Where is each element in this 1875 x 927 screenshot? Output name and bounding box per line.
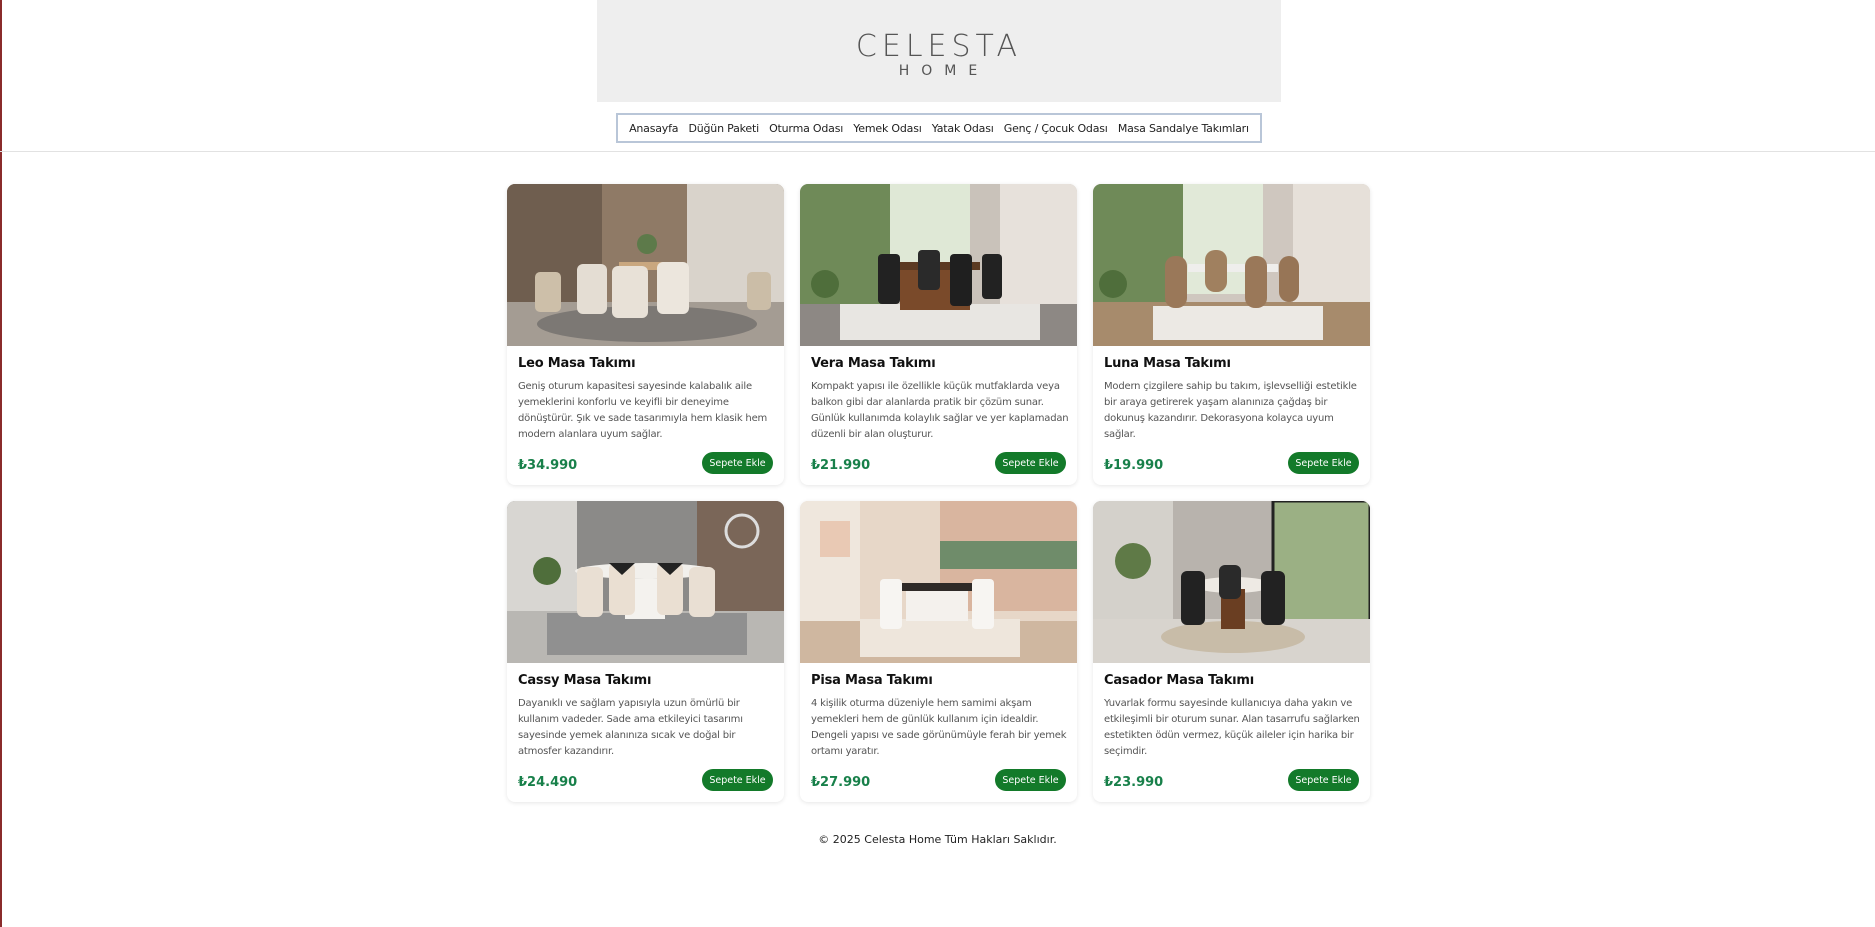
site-header: CELESTA HOME [597,0,1281,102]
product-description: 4 kişilik oturma düzeniyle hem samimi ak… [811,698,1067,757]
add-to-cart-button[interactable]: Sepete Ekle [702,769,773,791]
product-name: Luna Masa Takımı [1104,356,1231,371]
product-name: Casador Masa Takımı [1104,673,1255,688]
product-description: Modern çizgilere sahip bu takım, işlevse… [1104,381,1357,440]
product-photo-vera[interactable] [800,184,1077,346]
product-grid: Leo Masa Takımı Geniş oturum kapasitesi … [507,184,1371,802]
product-price: ₺27.990 [811,775,871,790]
product-photo-casador[interactable] [1093,501,1370,663]
nav-item-yemek-odasi[interactable]: Yemek Odası [853,122,922,135]
brand-name: CELESTA [855,29,1023,64]
product-price: ₺34.990 [518,458,578,473]
add-to-cart-button[interactable]: Sepete Ekle [995,769,1066,791]
nav-item-yatak-odasi[interactable]: Yatak Odası [932,122,994,135]
product-card: Leo Masa Takımı Geniş oturum kapasitesi … [507,184,784,485]
product-card: Luna Masa Takımı Modern çizgilere sahip … [1093,184,1370,485]
add-to-cart-button[interactable]: Sepete Ekle [1288,769,1359,791]
brand-sub: HOME [898,63,990,79]
product-card: Casador Masa Takımı Yuvarlak formu sayes… [1093,501,1370,802]
nav-item-dugun-paketi[interactable]: Düğün Paketi [688,122,759,135]
window-edge [0,0,2,927]
product-photo-pisa[interactable] [800,501,1077,663]
add-to-cart-button[interactable]: Sepete Ekle [1288,452,1359,474]
add-to-cart-button[interactable]: Sepete Ekle [995,452,1066,474]
product-description: Dayanıklı ve sağlam yapısıyla uzun ömürl… [518,698,743,757]
product-photo-leo[interactable] [507,184,784,346]
product-price: ₺21.990 [811,458,871,473]
product-name: Vera Masa Takımı [811,356,936,371]
main-nav: Anasayfa Düğün Paketi Oturma Odası Yemek… [616,113,1262,143]
product-name: Cassy Masa Takımı [518,673,652,688]
nav-item-masa-sandalye[interactable]: Masa Sandalye Takımları [1118,122,1249,135]
header-divider [0,151,1875,152]
product-price: ₺24.490 [518,775,578,790]
nav-item-oturma-odasi[interactable]: Oturma Odası [769,122,843,135]
product-description: Kompakt yapısı ile özellikle küçük mutfa… [811,381,1069,440]
product-photo-luna[interactable] [1093,184,1370,346]
product-name: Pisa Masa Takımı [811,673,933,688]
brand-logo[interactable]: CELESTA HOME [597,29,1281,79]
footer-copyright: © 2025 Celesta Home Tüm Hakları Saklıdır… [818,833,1057,846]
product-name: Leo Masa Takımı [518,356,636,371]
nav-item-anasayfa[interactable]: Anasayfa [629,122,678,135]
product-price: ₺23.990 [1104,775,1164,790]
product-photo-cassy[interactable] [507,501,784,663]
nav-item-genc-cocuk-odasi[interactable]: Genç / Çocuk Odası [1004,122,1108,135]
product-description: Geniş oturum kapasitesi sayesinde kalaba… [518,381,768,440]
product-description: Yuvarlak formu sayesinde kullanıcıya dah… [1104,698,1360,757]
product-card: Cassy Masa Takımı Dayanıklı ve sağlam ya… [507,501,784,802]
add-to-cart-button[interactable]: Sepete Ekle [702,452,773,474]
product-price: ₺19.990 [1104,458,1164,473]
product-card: Vera Masa Takımı Kompakt yapısı ile özel… [800,184,1077,485]
product-card: Pisa Masa Takımı 4 kişilik oturma düzeni… [800,501,1077,802]
